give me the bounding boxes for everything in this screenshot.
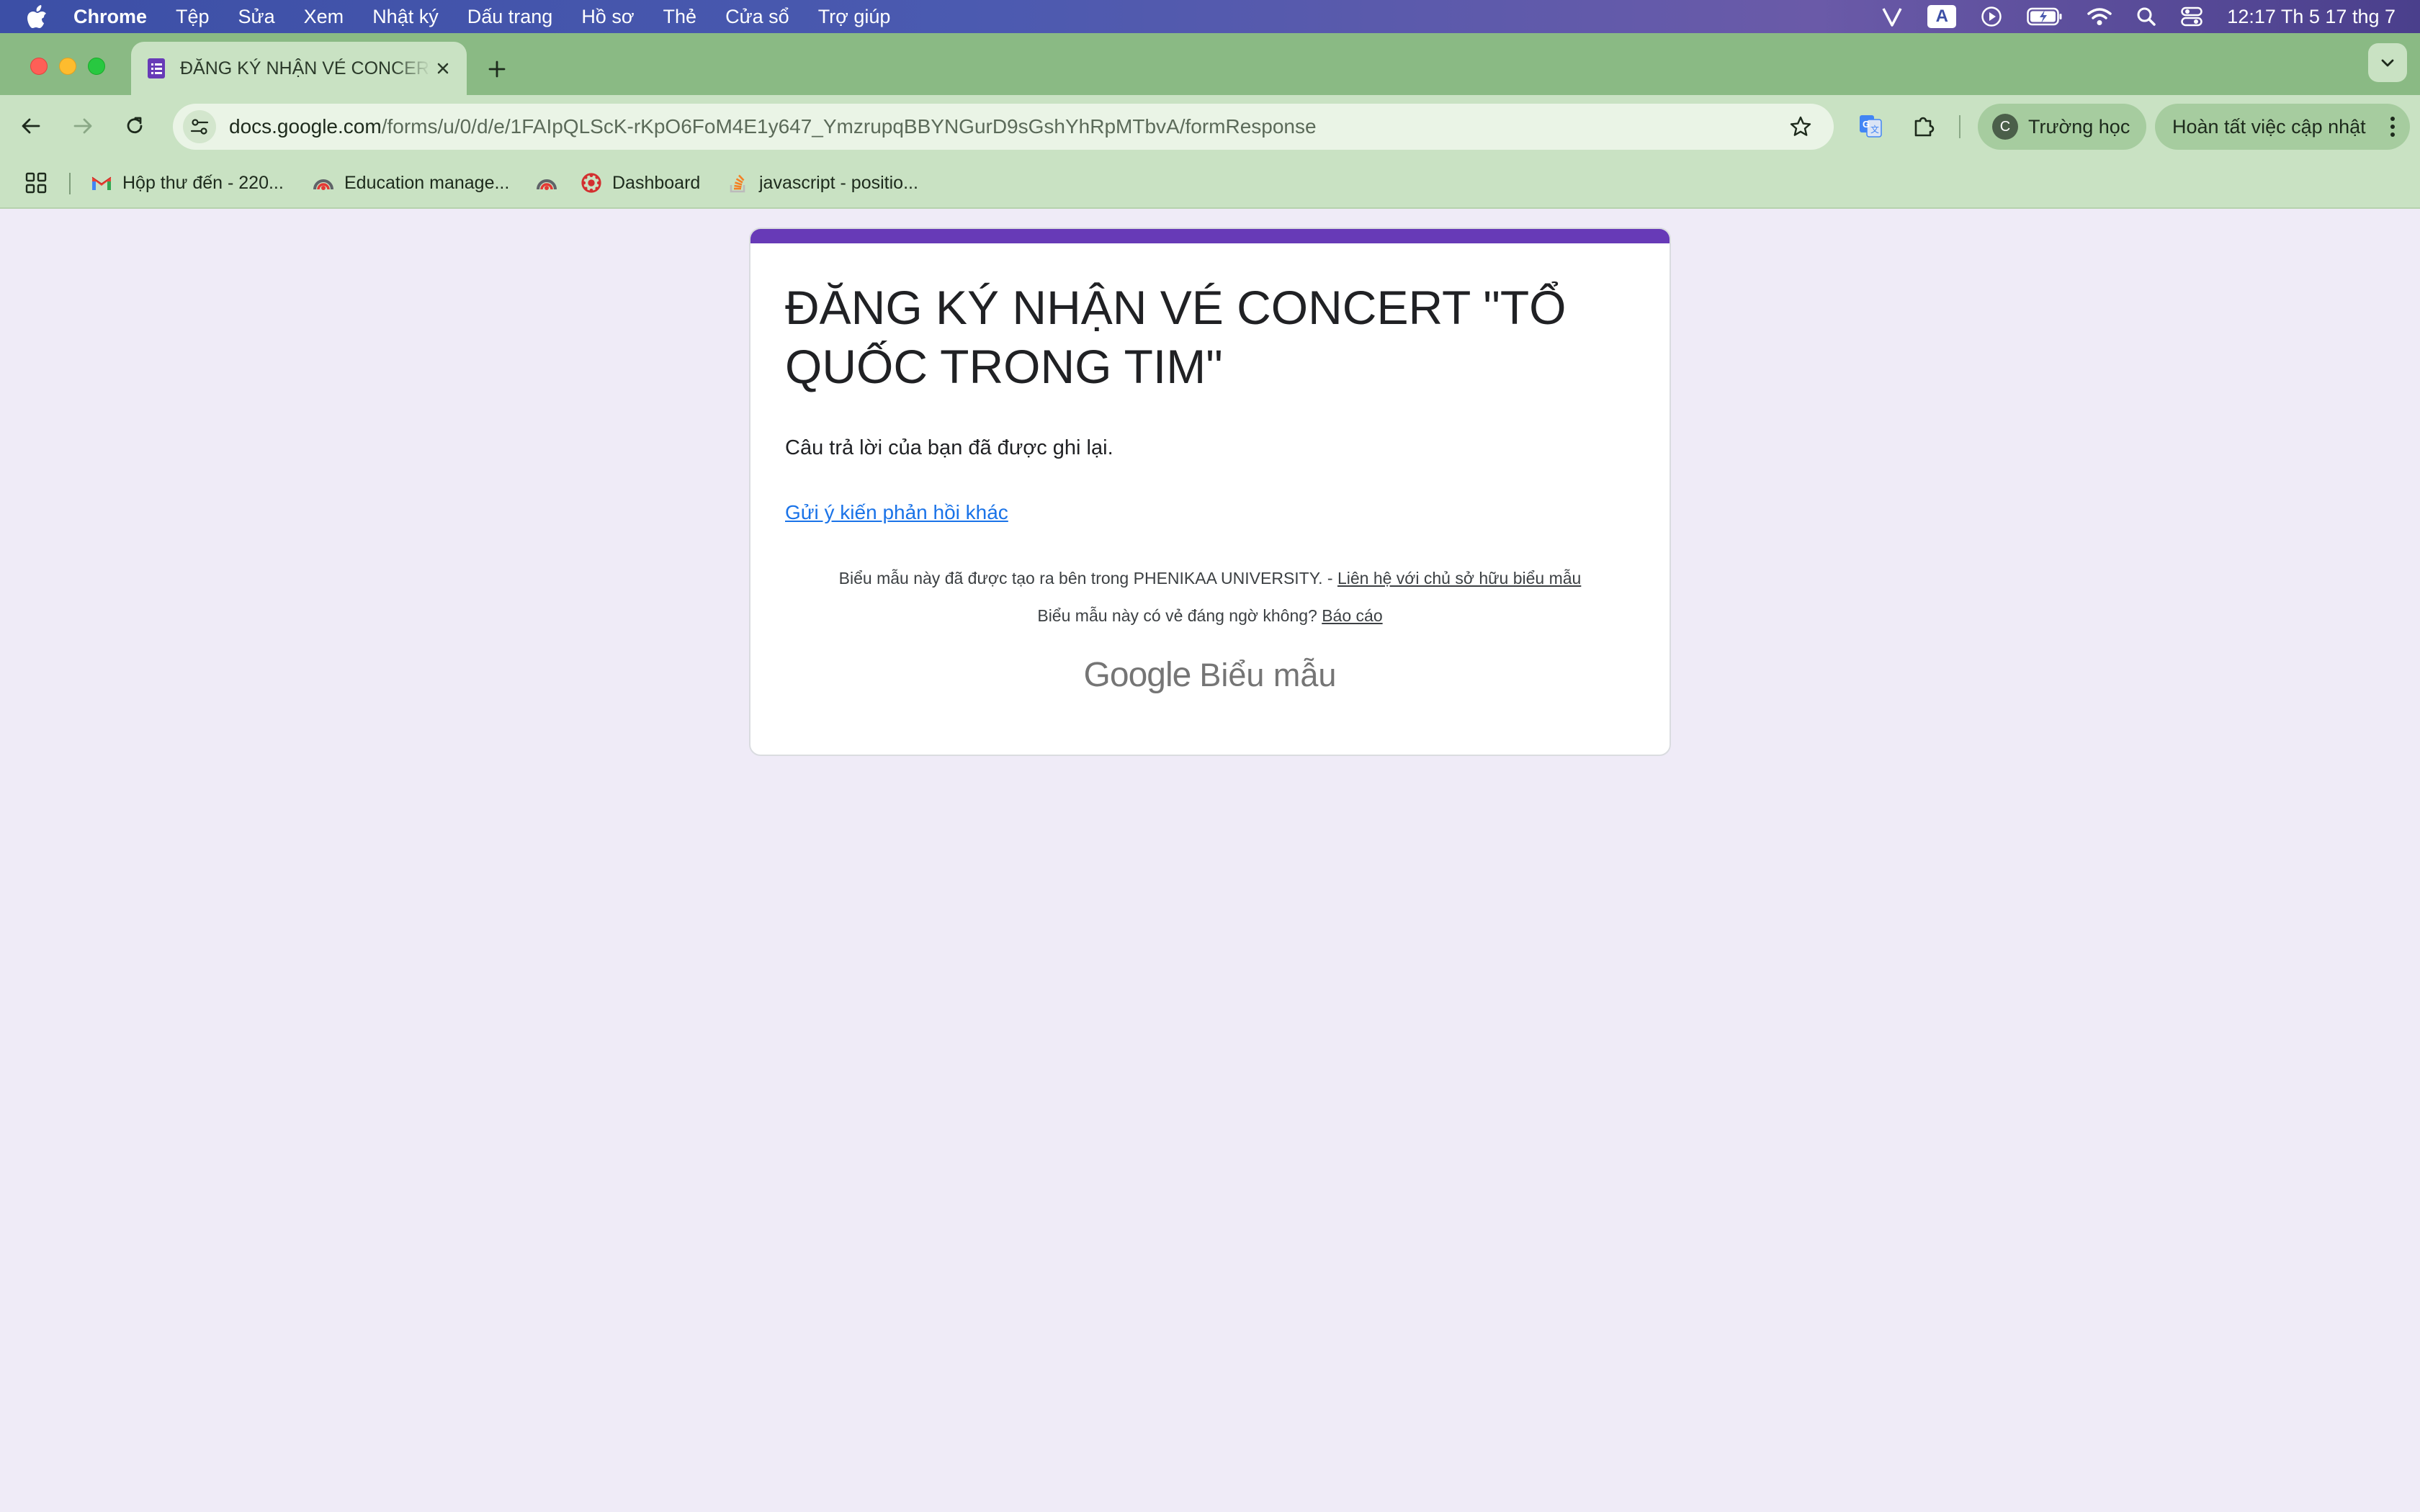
window-zoom-button[interactable] (88, 58, 105, 75)
google-forms-favicon-icon (145, 58, 167, 79)
tab-title: ĐĂNG KÝ NHẬN VÉ CONCERT "TỔ QUỐC TRONG T… (180, 58, 431, 78)
profile-button[interactable]: C Trường học (1978, 104, 2146, 150)
back-arrow-icon[interactable] (14, 109, 48, 143)
svg-text:文: 文 (1870, 124, 1879, 135)
finish-update-label: Hoàn tất việc cập nhật (2172, 115, 2366, 138)
page-content: ĐĂNG KÝ NHẬN VÉ CONCERT "TỔ QUỐC TRONG T… (0, 209, 2420, 1512)
google-forms-logo[interactable]: Google Biểu mẫu (0, 655, 2420, 695)
url-path: /forms/u/0/d/e/1FAIpQLScK-rKpO6FoM4E1y64… (381, 115, 1317, 138)
suspicious-text: Biểu mẫu này có vẻ đáng ngờ không? (1037, 606, 1317, 625)
svg-text:G: G (1863, 119, 1870, 130)
bookmark-education-2[interactable] (536, 167, 568, 199)
reload-icon[interactable] (118, 109, 151, 143)
menu-view[interactable]: Xem (304, 6, 344, 28)
bookmark-star-icon[interactable] (1788, 114, 1814, 140)
url-host: docs.google.com (229, 115, 382, 138)
address-bar[interactable]: docs.google.com/forms/u/0/d/e/1FAIpQLScK… (173, 104, 1834, 150)
tab-google-form[interactable]: ĐĂNG KÝ NHẬN VÉ CONCERT "TỔ QUỐC TRONG T… (131, 42, 467, 95)
url-text[interactable]: docs.google.com/forms/u/0/d/e/1FAIpQLScK… (229, 115, 1317, 138)
new-tab-button[interactable] (483, 55, 511, 84)
bookmark-dashboard[interactable]: Dashboard (581, 167, 700, 199)
bookmark-education-manager[interactable]: Education manage... (313, 167, 509, 199)
more-vert-icon[interactable] (2385, 115, 2400, 138)
finish-update-button[interactable]: Hoàn tất việc cập nhật (2155, 104, 2410, 150)
forward-arrow-icon[interactable] (66, 109, 99, 143)
browser-toolbar: docs.google.com/forms/u/0/d/e/1FAIpQLScK… (0, 95, 2420, 157)
play-circle-icon[interactable] (1981, 0, 2002, 33)
gmail-icon (91, 172, 112, 194)
response-recorded-message: Câu trả lời của bạn đã được ghi lại. (785, 436, 1113, 459)
bookmarks-bar: Hộp thư đến - 220... Education manage...… (0, 157, 2420, 209)
menu-file[interactable]: Tệp (176, 6, 210, 28)
macos-menu-bar: Chrome Tệp Sửa Xem Nhật ký Dấu trang Hồ … (0, 0, 2420, 33)
extensions-puzzle-icon[interactable] (1907, 109, 1940, 143)
edu-icon (536, 172, 557, 194)
apps-grid-icon[interactable] (24, 167, 48, 199)
tab-strip: ĐĂNG KÝ NHẬN VÉ CONCERT "TỔ QUỐC TRONG T… (0, 33, 2420, 95)
profile-label: Trường học (2028, 115, 2130, 138)
menu-tab[interactable]: Thẻ (663, 6, 697, 28)
dashboard-icon (581, 172, 602, 194)
form-title: ĐĂNG KÝ NHẬN VÉ CONCERT "TỔ QUỐC TRONG T… (785, 281, 1567, 393)
menu-bookmarks[interactable]: Dấu trang (467, 6, 553, 28)
bookmark-label: Education manage... (344, 172, 510, 193)
contact-owner-link[interactable]: Liên hệ với chủ sở hữu biểu mẫu (1337, 569, 1581, 588)
menu-bar-clock[interactable]: 12:17 Th 5 17 thg 7 (2227, 6, 2396, 28)
window-minimize-button[interactable] (59, 58, 76, 75)
menu-app-chrome[interactable]: Chrome (73, 6, 147, 28)
bookmark-label: Hộp thư đến - 220... (122, 172, 284, 193)
bookmark-label: Dashboard (612, 172, 701, 193)
tab-search-chevron-down-icon[interactable] (2368, 43, 2407, 82)
bookmark-stackoverflow[interactable]: javascript - positio... (727, 167, 918, 199)
spotlight-search-icon[interactable] (2136, 0, 2156, 33)
edu-icon (313, 172, 334, 194)
forms-wordmark: Biểu mẫu (1199, 657, 1337, 693)
toolbar-divider (1959, 115, 1960, 138)
menu-help[interactable]: Trợ giúp (818, 6, 891, 28)
google-translate-icon[interactable]: G文 (1854, 109, 1887, 143)
menu-window[interactable]: Cửa sổ (725, 6, 789, 28)
bookmark-label: javascript - positio... (759, 172, 918, 193)
wifi-icon[interactable] (2087, 0, 2112, 33)
vivaldi-v-icon[interactable] (1881, 0, 1903, 33)
window-close-button[interactable] (30, 58, 48, 75)
bookmarks-divider (69, 173, 71, 194)
google-wordmark: Google (1083, 656, 1192, 694)
stackoverflow-icon (727, 172, 749, 194)
submit-another-response-link[interactable]: Gửi ý kiến phản hồi khác (785, 501, 1008, 524)
menu-profiles[interactable]: Hồ sơ (581, 6, 634, 28)
tab-close-icon[interactable] (432, 58, 454, 79)
form-accent-bar (750, 229, 1670, 243)
menu-history[interactable]: Nhật ký (372, 6, 439, 28)
site-info-tune-icon[interactable] (183, 110, 216, 143)
menu-edit[interactable]: Sửa (238, 6, 275, 28)
report-link[interactable]: Báo cáo (1322, 606, 1382, 625)
profile-avatar: C (1992, 114, 2018, 140)
apple-icon[interactable] (27, 4, 49, 29)
report-notice: Biểu mẫu này có vẻ đáng ngờ không? Báo c… (0, 606, 2420, 626)
form-created-text: Biểu mẫu này đã được tạo ra bên trong PH… (838, 569, 1333, 588)
battery-charging-icon[interactable] (2027, 0, 2063, 33)
input-source-icon[interactable]: A (1927, 0, 1957, 33)
form-owner-notice: Biểu mẫu này đã được tạo ra bên trong PH… (0, 569, 2420, 588)
control-center-icon[interactable] (2181, 0, 2203, 33)
bookmark-gmail-inbox[interactable]: Hộp thư đến - 220... (91, 167, 284, 199)
